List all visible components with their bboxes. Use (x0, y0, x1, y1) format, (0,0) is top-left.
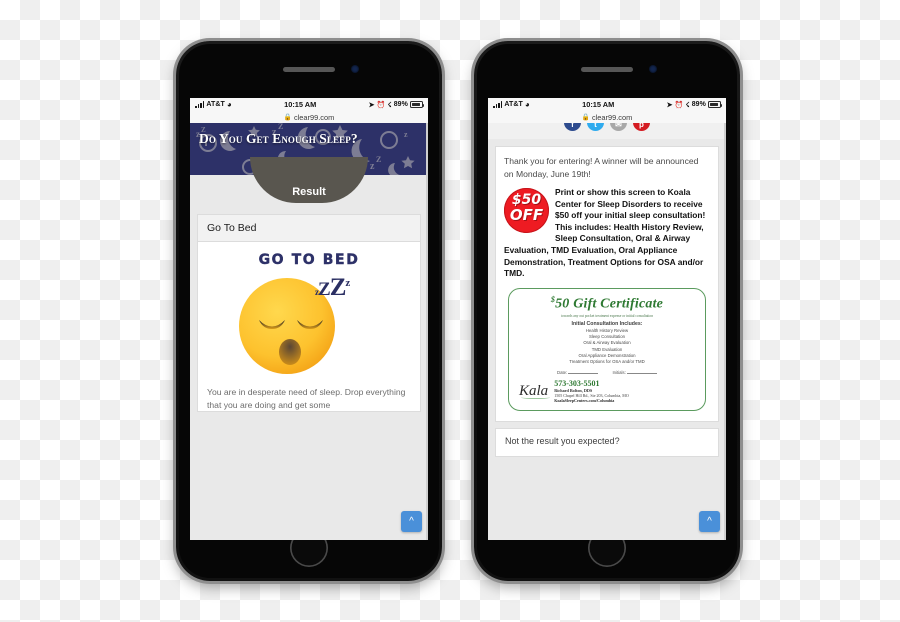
lock-icon: 🔒 (581, 114, 590, 121)
winner-card: Thank you for entering! A winner will be… (495, 146, 719, 423)
koala-logo: Kala (519, 383, 551, 400)
clinic-website: KoalaSleepCenters.com/Columbia (554, 398, 615, 404)
zzz-text: zZZz (315, 274, 350, 301)
alarm-icon: ⏰ (674, 101, 684, 109)
gift-certificate-subtitle: towards any out pocket treatment expense… (560, 314, 653, 319)
clinic-contact: 573-303-5501 Richard Bolton, DDS 1505 Ch… (554, 379, 629, 403)
carrier-label: AT&T (206, 101, 225, 108)
left-page-content: z Z z Z z Z z Do You Get Enough Sleep? R (190, 123, 428, 540)
result-label: Result (292, 186, 326, 198)
badge-amount: $50 (511, 192, 542, 208)
status-left: AT&T ◕ (195, 99, 232, 109)
result-card-heading: Go To Bed (198, 215, 420, 242)
chevron-up-icon: ^ (707, 515, 712, 527)
pinterest-icon: p (639, 123, 644, 129)
email-share-button[interactable]: ✉ (610, 123, 627, 131)
svg-text:Z: Z (278, 123, 283, 131)
thank-you-message: Thank you for entering! A winner will be… (504, 156, 699, 179)
twitter-icon: t (594, 123, 597, 129)
carrier-label: AT&T (504, 101, 523, 108)
page-scrollbar[interactable] (425, 123, 428, 540)
right-page-content: f t ✉ p Thank you for entering! A winner… (488, 123, 726, 540)
result-description: You are in desperate need of sleep. Drop… (207, 387, 406, 410)
envelope-icon: ✉ (615, 123, 622, 129)
svg-text:Z: Z (376, 155, 381, 164)
battery-icon (409, 101, 425, 108)
svg-text:z: z (370, 161, 375, 172)
status-right: ➤ ⏰ ☇ 89% (368, 101, 425, 109)
battery-percent-label: 89% (393, 101, 408, 108)
result-arc: Result (250, 157, 368, 203)
fifty-off-badge: $50 OFF (504, 188, 549, 233)
status-bar: AT&T ◕ 10:15 AM ➤ ⏰ ☇ 89% (488, 98, 726, 111)
clinic-info-row: Kala 573-303-5501 Richard Bolton, DDS 15… (515, 379, 699, 403)
gift-certificate-title: $50 Gift Certificate (515, 295, 699, 313)
chevron-up-icon: ^ (409, 515, 414, 527)
signature-fields: Date: Initials: (515, 370, 699, 375)
screenshot-stage: AT&T ◕ 10:15 AM ➤ ⏰ ☇ 89% 🔒 clear99.com (0, 0, 900, 622)
hero-title: Do You Get Enough Sleep? (199, 131, 358, 146)
date-label: Date: (556, 370, 568, 376)
status-right: ➤ ⏰ ☇ 89% (666, 101, 723, 109)
retry-card: Not the result you expected? (495, 428, 719, 458)
signal-bars-icon (195, 101, 205, 108)
wifi-icon: ◕ (524, 99, 530, 109)
result-card: Go To Bed GO TO BED zZZz You are in desp… (197, 214, 421, 412)
url-label: clear99.com (293, 112, 335, 122)
earpiece-speaker (581, 67, 633, 72)
status-left: AT&T ◕ (493, 99, 530, 109)
bluetooth-icon: ☇ (685, 101, 690, 109)
battery-percent-label: 89% (691, 101, 706, 108)
page-scrollbar[interactable] (723, 123, 726, 540)
clock-label: 10:15 AM (582, 100, 615, 109)
list-item: Treatment Options for OSA and/or TMD (569, 358, 645, 364)
lock-icon: 🔒 (283, 114, 292, 121)
not-expected-text: Not the result you expected? (505, 436, 620, 447)
gift-certificate-title-text: 50 Gift Certificate (555, 296, 664, 312)
social-share-row: f t ✉ p (488, 123, 726, 139)
front-camera (649, 65, 657, 73)
coupon-offer-block: $50 OFF Print or show this screen to Koa… (504, 187, 710, 280)
initials-label: Initials: (612, 370, 626, 376)
front-camera (351, 65, 359, 73)
clinic-phone: 573-303-5501 (554, 379, 600, 389)
initials-field: Initials: (612, 370, 658, 376)
includes-list: Health History Review Sleep Consultation… (515, 328, 699, 365)
gift-certificate: $50 Gift Certificate towards any out poc… (508, 287, 706, 412)
date-field: Date: (556, 370, 599, 376)
battery-icon (707, 101, 723, 108)
earpiece-speaker (283, 67, 335, 72)
scroll-to-top-button[interactable]: ^ (699, 511, 720, 532)
twitter-share-button[interactable]: t (587, 123, 604, 131)
left-phone-device: AT&T ◕ 10:15 AM ➤ ⏰ ☇ 89% 🔒 clear99.com (176, 41, 442, 581)
includes-heading: Initial Consultation Includes: (571, 320, 643, 327)
facebook-share-button[interactable]: f (564, 123, 581, 131)
bluetooth-icon: ☇ (387, 101, 392, 109)
url-label: clear99.com (591, 112, 633, 122)
right-phone-device: AT&T ◕ 10:15 AM ➤ ⏰ ☇ 89% 🔒 clear99.com (474, 41, 740, 581)
location-arrow-icon: ➤ (368, 101, 375, 109)
alarm-icon: ⏰ (376, 101, 386, 109)
status-bar: AT&T ◕ 10:15 AM ➤ ⏰ ☇ 89% (190, 98, 428, 111)
clock-label: 10:15 AM (284, 100, 317, 109)
signal-bars-icon (493, 101, 503, 108)
facebook-icon: f (571, 123, 574, 129)
location-arrow-icon: ➤ (666, 101, 673, 109)
badge-word: OFF (509, 206, 544, 224)
pinterest-share-button[interactable]: p (633, 123, 650, 131)
go-to-bed-art-title: GO TO BED (258, 252, 360, 268)
left-phone-screen: AT&T ◕ 10:15 AM ➤ ⏰ ☇ 89% 🔒 clear99.com (190, 98, 428, 540)
wifi-icon: ◕ (226, 99, 232, 109)
result-band: Result (190, 157, 428, 209)
sleepy-face-emoji-wrap: zZZz (207, 270, 411, 378)
scroll-to-top-button[interactable]: ^ (401, 511, 422, 532)
right-phone-screen: AT&T ◕ 10:15 AM ➤ ⏰ ☇ 89% 🔒 clear99.com (488, 98, 726, 540)
result-card-body: GO TO BED zZZz (198, 242, 420, 384)
